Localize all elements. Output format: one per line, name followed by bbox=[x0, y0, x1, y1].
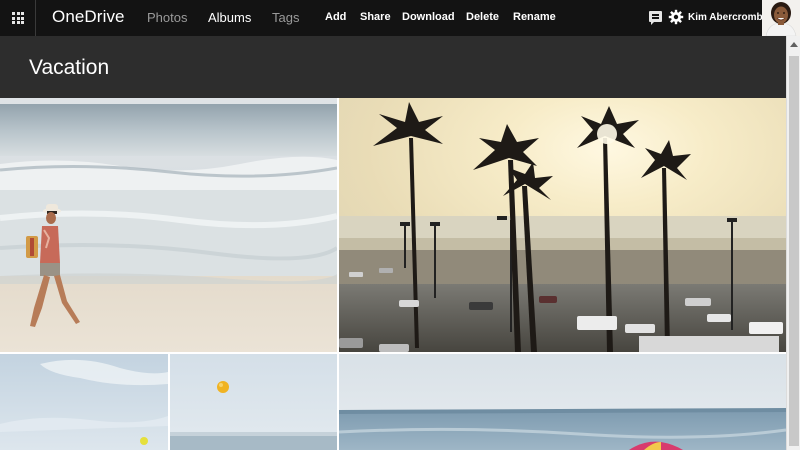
nav-albums[interactable]: Albums bbox=[208, 10, 251, 25]
nav-tags[interactable]: Tags bbox=[272, 10, 299, 25]
album-header: Vacation bbox=[0, 36, 786, 98]
album-title: Vacation bbox=[29, 56, 110, 79]
share-button[interactable]: Share bbox=[360, 11, 391, 23]
vertical-scrollbar[interactable] bbox=[786, 36, 800, 450]
rename-button[interactable]: Rename bbox=[513, 11, 556, 23]
user-name[interactable]: Kim Abercrombie bbox=[688, 12, 771, 23]
photo-sky-tennis-ball[interactable] bbox=[0, 354, 168, 450]
delete-button[interactable]: Delete bbox=[466, 11, 499, 23]
photo-sea-umbrella[interactable] bbox=[339, 354, 786, 450]
app-brand[interactable]: OneDrive bbox=[52, 7, 125, 27]
photo-yellow-balloon[interactable] bbox=[170, 354, 337, 450]
scroll-up-arrow-icon[interactable] bbox=[787, 36, 800, 52]
scroll-thumb[interactable] bbox=[789, 56, 799, 446]
top-bar: OneDrive Photos Albums Tags Add Share Do… bbox=[0, 0, 800, 36]
feedback-icon[interactable] bbox=[649, 11, 662, 25]
waffle-menu-icon[interactable] bbox=[0, 0, 36, 36]
avatar[interactable] bbox=[762, 0, 800, 36]
photo-palm-trees-sunset[interactable] bbox=[339, 98, 786, 352]
photo-beach-walker[interactable] bbox=[0, 98, 337, 352]
gear-icon[interactable] bbox=[668, 9, 684, 25]
add-button[interactable]: Add bbox=[325, 11, 346, 23]
download-button[interactable]: Download bbox=[402, 11, 455, 23]
nav-photos[interactable]: Photos bbox=[147, 10, 187, 25]
